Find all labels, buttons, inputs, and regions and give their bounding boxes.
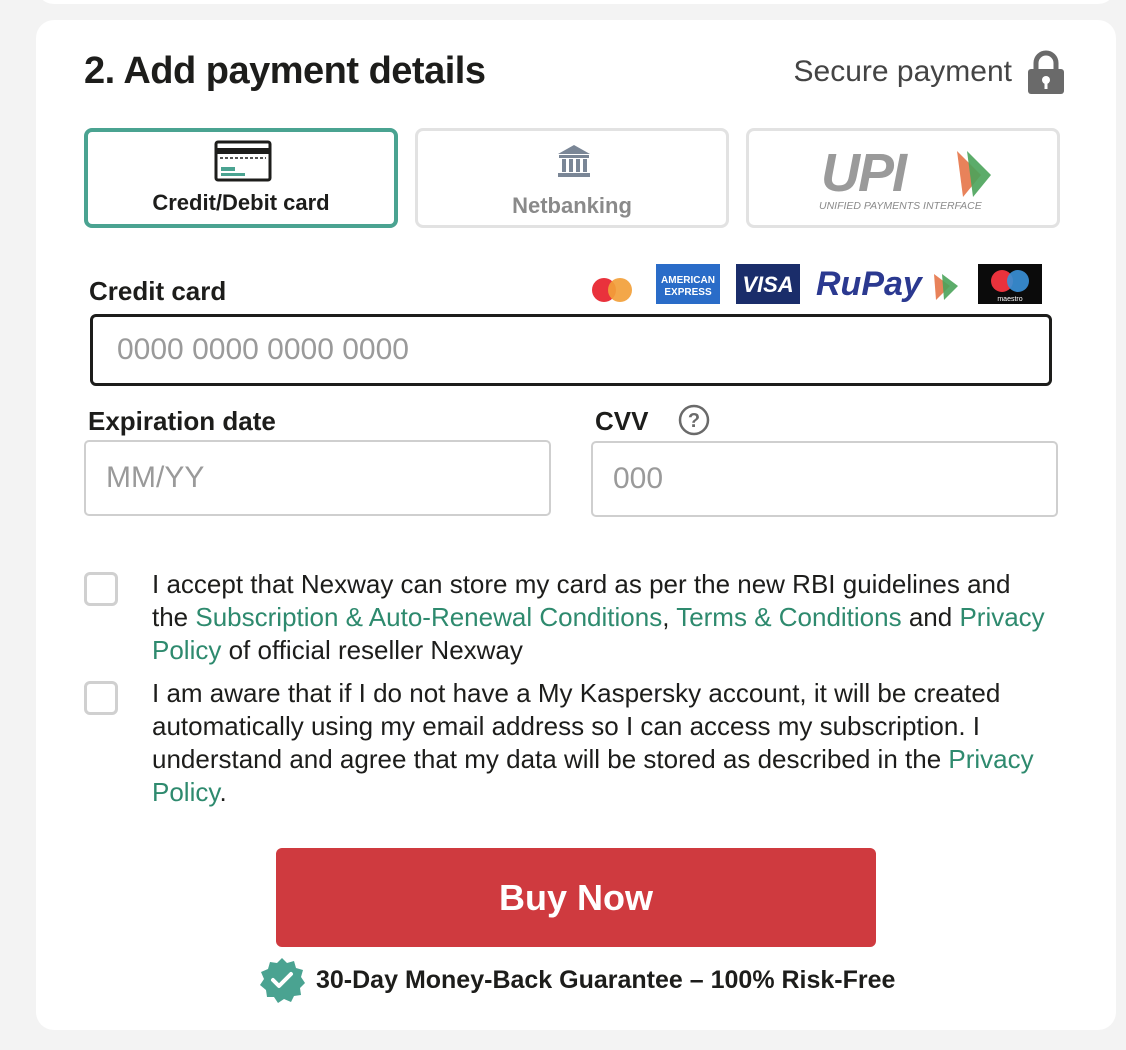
visa-logo-text: VISA	[742, 272, 793, 297]
account-consent-text-1: I am aware that if I do not have a My Ka…	[152, 678, 1001, 774]
rbi-consent-text: I accept that Nexway can store my card a…	[152, 568, 1052, 667]
rbi-consent-text-3: and	[901, 602, 960, 632]
payment-method-selector: Credit/Debit card Netbanking UPI UNIFIED…	[84, 128, 1060, 228]
rbi-consent-text-2: ,	[662, 602, 677, 632]
payment-method-netbanking-label: Netbanking	[512, 193, 632, 218]
mastercard-logo	[592, 278, 632, 302]
account-consent-checkbox[interactable]	[84, 681, 118, 715]
terms-conditions-link[interactable]: Terms & Conditions	[676, 602, 901, 632]
payment-method-card-label: Credit/Debit card	[152, 190, 330, 215]
secure-payment-label: Secure payment	[793, 55, 1012, 88]
svg-text:EXPRESS: EXPRESS	[664, 287, 712, 298]
credit-card-icon	[214, 140, 272, 182]
maestro-logo: maestro	[978, 264, 1042, 304]
account-consent-text: I am aware that if I do not have a My Ka…	[152, 677, 1052, 809]
expiration-date-input[interactable]	[84, 440, 551, 516]
card-brand-logos: AMERICAN EXPRESS VISA RuPay maestro	[586, 264, 1046, 304]
help-icon-glyph: ?	[688, 410, 700, 432]
credit-card-label: Credit card	[89, 276, 227, 306]
visa-logo: VISA	[736, 264, 800, 304]
buy-now-button[interactable]: Buy Now	[276, 848, 876, 947]
money-back-guarantee: 30-Day Money-Back Guarantee – 100% Risk-…	[258, 956, 895, 1004]
american-express-logo: AMERICAN EXPRESS	[656, 264, 720, 304]
subscription-conditions-link[interactable]: Subscription & Auto-Renewal Conditions	[195, 602, 662, 632]
account-consent-text-2: .	[219, 777, 227, 807]
upi-logo-text: UPI	[821, 145, 908, 203]
payment-details-card: 2. Add payment details Secure payment Cr…	[36, 20, 1116, 1030]
verified-badge-icon	[260, 958, 305, 1003]
upi-logo: UPI UNIFIED PAYMENTS INTERFACE	[819, 145, 991, 211]
rupay-logo-text: RuPay	[816, 265, 924, 303]
maestro-logo-text: maestro	[997, 296, 1022, 303]
bank-icon	[558, 145, 590, 177]
lock-icon	[1028, 50, 1064, 94]
cvv-label: CVV	[595, 406, 649, 436]
cvv-input[interactable]	[591, 441, 1058, 517]
section-title: 2. Add payment details	[84, 50, 486, 92]
guarantee-text: 30-Day Money-Back Guarantee – 100% Risk-…	[316, 965, 896, 994]
payment-method-card[interactable]: Credit/Debit card	[84, 128, 398, 228]
payment-method-upi[interactable]: UPI UNIFIED PAYMENTS INTERFACE	[746, 128, 1060, 228]
expiration-date-label: Expiration date	[88, 406, 276, 436]
secure-payment-indicator: Secure payment	[794, 50, 1066, 94]
upi-logo-subtitle: UNIFIED PAYMENTS INTERFACE	[819, 200, 983, 211]
rbi-consent-checkbox[interactable]	[84, 572, 118, 606]
previous-section-card	[36, 0, 1116, 4]
card-number-input[interactable]	[90, 314, 1052, 386]
svg-text:AMERICAN: AMERICAN	[661, 275, 715, 286]
payment-method-netbanking[interactable]: Netbanking	[415, 128, 729, 228]
help-icon[interactable]: ?	[678, 404, 710, 436]
rbi-consent-text-4: of official reseller Nexway	[221, 635, 523, 665]
rupay-logo: RuPay	[816, 265, 958, 303]
